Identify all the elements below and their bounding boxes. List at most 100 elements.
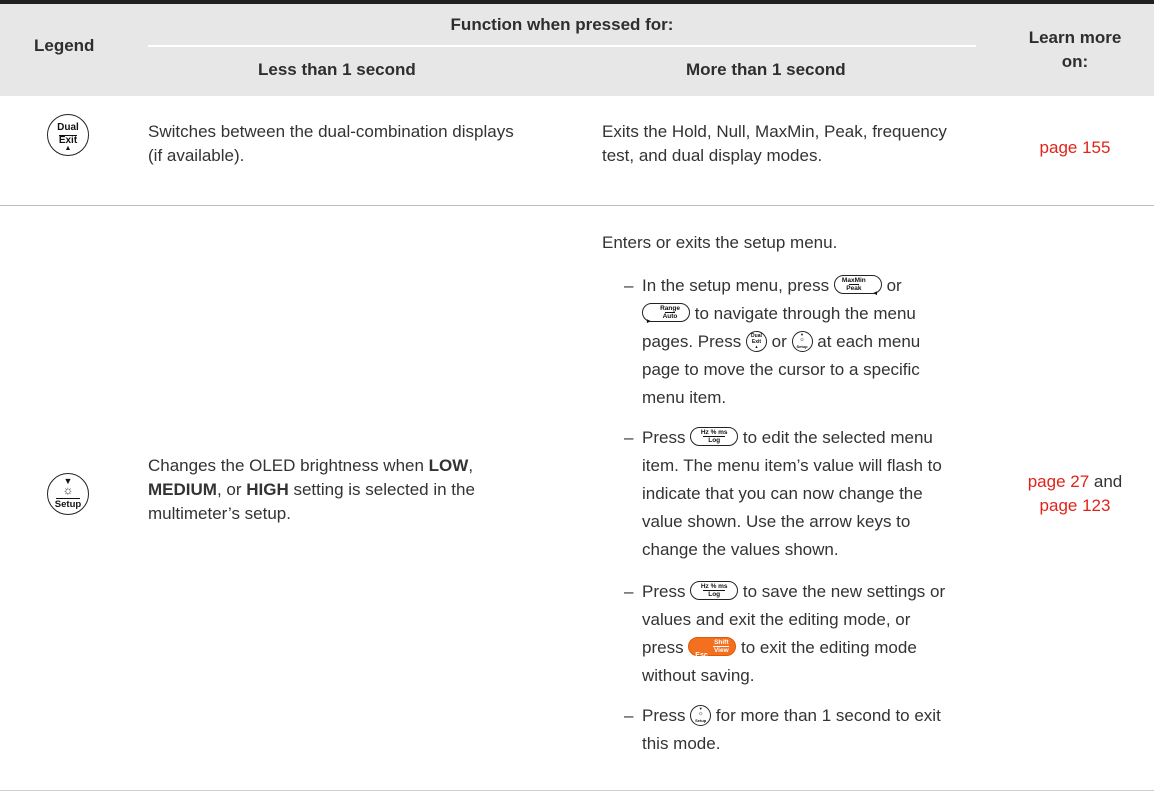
setup-key-icon: ▼ ☼ Setup (47, 473, 89, 515)
header-learn-more-line2: on: (1061, 52, 1089, 71)
comma: , (468, 456, 474, 475)
level-high: HIGH (246, 480, 289, 499)
bullet-4-line2: this mode. (642, 734, 721, 753)
bullet-2: – Press Hz % ms Log to edit the selected … (624, 424, 942, 564)
dual-exit-key-icon: Dual Exit ▲ (47, 114, 89, 156)
row2-learn-line2: page 123 (1000, 494, 1150, 518)
header-learn-more: Learn more on: (1000, 26, 1150, 74)
hz-log-key-icon: Hz % ms Log (690, 427, 739, 446)
key-bottom-label: Setup (54, 499, 82, 510)
b2-text-a: Press (642, 428, 691, 447)
key-bottom-label: Log (708, 436, 721, 444)
row1-more-line2: test, and dual display modes. (602, 146, 823, 165)
brightness-icon: ☼ (799, 337, 805, 343)
header-less-than: Less than 1 second (258, 60, 416, 79)
hz-log-key-icon: Hz % ms Log (690, 581, 739, 600)
dash: – (624, 276, 634, 295)
bullet-2-line5: change the values shown. (642, 540, 839, 559)
b1-text-c: to navigate through the menu (690, 304, 916, 323)
brightness-icon: ☼ (62, 483, 74, 497)
b1-text-d: pages. Press (642, 332, 746, 351)
maxmin-peak-key-icon: MaxMin Peak ◂ (833, 275, 882, 297)
level-medium: MEDIUM (148, 480, 217, 499)
bullet-3: – Press Hz % ms Log to save the new setti… (624, 578, 945, 690)
bullet-1-line2: ▸ Range Auto to navigate through the menu (642, 300, 920, 328)
key-bottom-label: Setup (695, 718, 707, 723)
header-more-than: More than 1 second (686, 60, 846, 79)
bullet-1-line1: In the setup menu, press MaxMin Peak ◂ or (642, 272, 920, 300)
row-divider-1 (0, 205, 1154, 206)
bullet-1: – In the setup menu, press MaxMin Peak ◂ o… (624, 272, 920, 412)
bullet-3-line2: values and exit the editing mode, or (642, 610, 911, 629)
bullet-2-line1: Press Hz % ms Log to edit the selected me… (642, 424, 942, 452)
b4-text-b: for more than 1 second to exit (711, 706, 941, 725)
left-arrow-icon: ◂ (873, 290, 877, 297)
key-top-label: Hz % ms (700, 429, 728, 436)
header-divider (148, 45, 976, 47)
b3-text-d: to exit the editing mode (736, 638, 917, 657)
row2-less-text-a: Changes the OLED brightness when (148, 456, 429, 475)
b1-text-f: at each menu (812, 332, 921, 351)
bullet-4-line1: Press ▼ ☼ Setup for more than 1 second to … (642, 702, 941, 730)
key-top-label: MaxMin (841, 277, 866, 284)
or-text: , or (216, 480, 247, 499)
bullet-3-line3: press Esc Shift View to exit the editing m… (642, 634, 945, 662)
key-top-label: Dual (57, 122, 79, 133)
and-text: and (1089, 472, 1123, 491)
b3-text-c: press (642, 638, 689, 657)
dash: – (624, 428, 634, 447)
row1-learn-link[interactable]: page 155 (1000, 136, 1150, 160)
b2-text-b: to edit the selected menu (738, 428, 933, 447)
header-learn-more-line1: Learn more (1028, 28, 1122, 47)
header-legend: Legend (34, 36, 95, 55)
row2-learn-link-2[interactable]: page 123 (1040, 496, 1111, 515)
bullet-1-line5: menu item. (642, 388, 727, 407)
key-bottom-label: Auto (662, 312, 678, 320)
row1-less-text: Switches between the dual-combination di… (148, 120, 514, 168)
dual-exit-small-key-icon: Dual Exit ▲ (745, 331, 767, 352)
bullet-3-line4: without saving. (642, 666, 755, 685)
b1-text-b: or (881, 276, 902, 295)
key-bottom-label: Peak (846, 284, 862, 292)
dash: – (624, 582, 634, 601)
key-bottom-label: Log (708, 590, 721, 598)
key-top-label: Range (660, 305, 680, 312)
right-arrow-icon: ▸ (647, 318, 651, 325)
row2-less-line3: multimeter’s setup. (148, 504, 291, 523)
bullet-1-line4: page to move the cursor to a specific (642, 360, 920, 379)
row2-learn-line1: page 27 and (1000, 470, 1150, 494)
row2-less-tail: setting is selected in the (288, 480, 475, 499)
level-low: LOW (428, 456, 469, 475)
bullet-3-line1: Press Hz % ms Log to save the new setting… (642, 578, 945, 606)
row2-learn-link-1[interactable]: page 27 (1028, 472, 1089, 491)
row1-more-text: Exits the Hold, Null, MaxMin, Peak, freq… (602, 120, 947, 168)
key-bottom-label: View (713, 646, 729, 654)
row2-less-line1: Changes the OLED brightness when LOW, (148, 454, 475, 478)
key-bottom-label: Setup (796, 344, 808, 349)
b1-text-e: or (766, 332, 792, 351)
setup-small-key-icon: ▼ ☼ Setup (791, 331, 813, 352)
bullet-1-line3: pages. Press Dual Exit ▲ or ▼ ☼ Setup at eac… (642, 328, 920, 356)
row2-more-intro: Enters or exits the setup menu. (602, 233, 838, 252)
range-auto-key-icon: ▸ Range Auto (642, 303, 690, 325)
b1-text-a: In the setup menu, press (642, 276, 834, 295)
b3-text-a: Press (642, 582, 691, 601)
key-top-label: Hz % ms (700, 583, 728, 590)
b3-text-b: to save the new settings or (738, 582, 946, 601)
b4-text-a: Press (642, 706, 691, 725)
row2-less-line2: MEDIUM, or HIGH setting is selected in t… (148, 478, 475, 502)
row2-less-text: Changes the OLED brightness when LOW, ME… (148, 454, 475, 526)
bullet-4: – Press ▼ ☼ Setup for more than 1 second t… (624, 702, 941, 758)
row-divider-2 (0, 790, 1154, 791)
key-top-label: Shift (714, 639, 729, 646)
up-arrow-icon: ▲ (64, 145, 72, 152)
bullet-2-line4: value shown. Use the arrow keys to (642, 512, 911, 531)
header-function-title: Function when pressed for: (450, 15, 674, 34)
dash: – (624, 706, 634, 725)
esc-label: Esc (695, 652, 708, 659)
esc-shift-view-key-icon: Esc Shift View (688, 637, 737, 659)
bullet-2-line3: indicate that you can now change the (642, 484, 923, 503)
row1-more-line1: Exits the Hold, Null, MaxMin, Peak, freq… (602, 122, 947, 141)
row1-less-line1: Switches between the dual-combination di… (148, 122, 514, 141)
brightness-icon: ☼ (697, 711, 704, 717)
